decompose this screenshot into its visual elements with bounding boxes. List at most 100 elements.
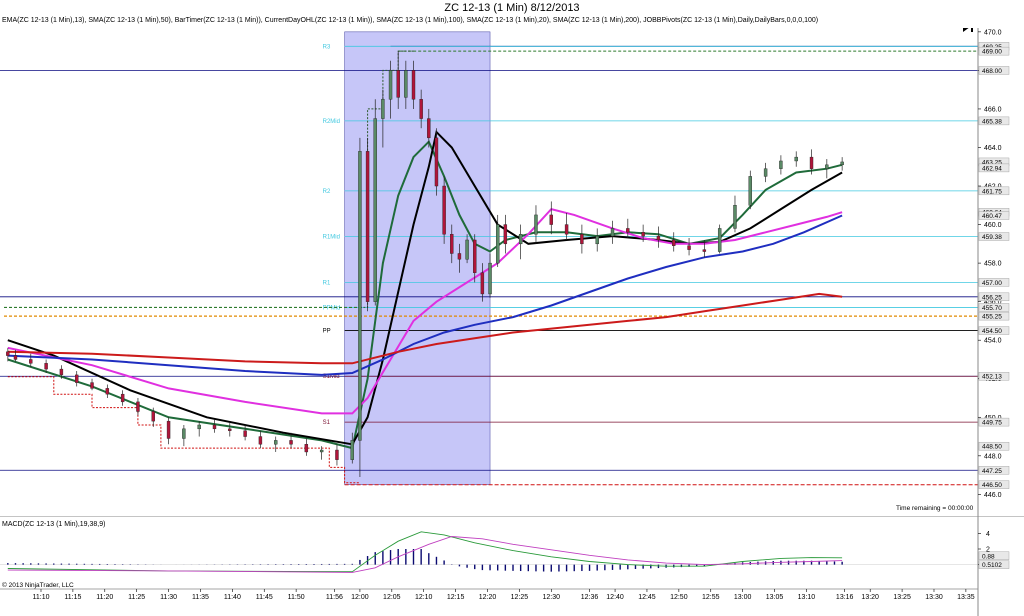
candle-body: [717, 228, 722, 252]
x-tick-label: 11:10: [32, 594, 49, 601]
macd-chart-svg[interactable]: MACD(ZC 12-13 (1 Min),19,38,9)4200.880.5…: [0, 516, 1024, 616]
price-tag-label: 469.00: [982, 49, 1002, 56]
candle-body: [473, 239, 477, 273]
x-tick-label: 11:45: [256, 594, 273, 601]
x-tick-label: 13:35: [957, 594, 975, 601]
x-tick-label: 13:20: [861, 594, 879, 601]
candle-body: [763, 168, 768, 177]
candle-body: [809, 156, 814, 169]
candle-body: [480, 272, 485, 295]
candle-body: [779, 160, 783, 169]
candle-body: [373, 118, 377, 302]
price-tag-label: 468.00: [982, 68, 1002, 75]
candle-body: [610, 228, 615, 237]
x-tick-label: 12:30: [543, 594, 561, 601]
x-tick-label: 11:35: [192, 594, 209, 601]
price-tag-label: 462.94: [982, 165, 1002, 172]
x-tick-label: 13:30: [925, 594, 943, 601]
pivot-label: PPMid: [323, 305, 341, 311]
x-tick-label: 12:36: [581, 594, 599, 601]
candle-body: [289, 440, 293, 445]
x-tick-label: 12:20: [479, 594, 497, 601]
x-tick-label: 12:10: [415, 594, 433, 601]
candle-body: [212, 424, 217, 430]
candle-body: [641, 232, 645, 237]
candle-body: [304, 444, 309, 453]
candle-body: [794, 156, 798, 162]
candle-body: [44, 363, 48, 370]
candle-body: [564, 224, 569, 235]
x-tick-label: 13:00: [734, 594, 752, 601]
x-tick-label: 11:20: [96, 594, 113, 601]
pivot-label: R2Mid: [323, 119, 340, 125]
candle-body: [120, 393, 125, 403]
candle-body: [495, 224, 500, 264]
candle-body: [672, 239, 676, 246]
candle-body: [465, 239, 469, 260]
macd-label: MACD(ZC 12-13 (1 Min),19,38,9): [2, 521, 105, 528]
x-tick-label: 11:56: [326, 594, 343, 601]
x-tick-label: 11:25: [128, 594, 145, 601]
x-tick-label: 12:50: [670, 594, 688, 601]
play-bar: [971, 28, 973, 32]
candle-body: [748, 176, 752, 206]
macd-value-label: 0.88: [982, 553, 995, 560]
price-tag-label: 456.25: [982, 294, 1002, 301]
candle-body: [733, 205, 737, 229]
candle-body: [6, 351, 10, 356]
x-tick-label: 12:15: [447, 594, 465, 601]
price-tag-label: 448.50: [982, 444, 1002, 451]
y-tick-label: 446.0: [984, 492, 1002, 499]
y-tick-label: 458.0: [984, 261, 1002, 268]
x-tick-label: 13:25: [893, 594, 911, 601]
pivot-label: R2: [323, 189, 331, 195]
price-tag-label: 461.75: [982, 188, 1002, 195]
candle-body: [427, 118, 431, 139]
candle-body: [518, 234, 523, 245]
candle-body: [580, 234, 584, 245]
candle-body: [503, 224, 508, 245]
x-tick-label: 12:25: [511, 594, 529, 601]
indicator-list: EMA(ZC 12-13 (1 Min),13), SMA(ZC 12-13 (…: [2, 17, 819, 24]
x-tick-label: 12:05: [383, 594, 401, 601]
candle-body: [687, 245, 691, 250]
pivot-label: R1: [323, 280, 331, 286]
candle-body: [319, 449, 324, 453]
price-chart-svg[interactable]: R3R2MidR2R1MidR1PPMidPPS1MidS1446.0448.0…: [0, 28, 1024, 516]
candle-body: [105, 388, 110, 395]
candle-body: [534, 214, 538, 235]
candle-body: [488, 262, 492, 295]
pivot-label: S1: [323, 420, 331, 426]
price-tag-label: 459.38: [982, 234, 1002, 241]
candle-body: [166, 420, 171, 439]
price-tag-label: 457.00: [982, 280, 1002, 287]
price-tag-label: 452.13: [982, 374, 1002, 381]
price-tag-label: 455.70: [982, 305, 1002, 312]
candle-body: [442, 185, 446, 235]
price-tag-label: 455.25: [982, 314, 1002, 321]
chart-title: ZC 12-13 (1 Min) 8/12/2013: [444, 2, 580, 14]
candle-body: [258, 436, 263, 445]
y-tick-label: 448.0: [984, 453, 1002, 460]
candle-body: [13, 355, 18, 360]
x-tick-label: 13:05: [766, 594, 784, 601]
candle-body: [358, 151, 362, 441]
x-tick-label: 12:45: [638, 594, 656, 601]
candle-body: [136, 401, 140, 412]
candle-body: [75, 374, 79, 383]
x-tick-label: 12:00: [351, 594, 369, 601]
pivot-label: PP: [323, 329, 331, 335]
candle-body: [90, 382, 94, 389]
macd-panel[interactable]: MACD(ZC 12-13 (1 Min),19,38,9)4200.880.5…: [0, 516, 1024, 616]
price-panel[interactable]: R3 R2Mid R2 R1Mid R1 PPMid PP S1Mid S1 446.0 448.0…: [0, 28, 1024, 516]
candle-body: [656, 235, 661, 241]
candle-body: [702, 249, 707, 252]
x-tick-label: 11:40: [224, 594, 241, 601]
x-tick-label: 11:15: [64, 594, 81, 601]
candle-body: [335, 449, 339, 460]
candle-body: [274, 440, 278, 445]
candle-body: [419, 99, 423, 119]
macd-tick-label: 4: [986, 531, 990, 538]
x-tick-label: 11:50: [288, 594, 305, 601]
price-tag-label: 447.25: [982, 468, 1002, 475]
